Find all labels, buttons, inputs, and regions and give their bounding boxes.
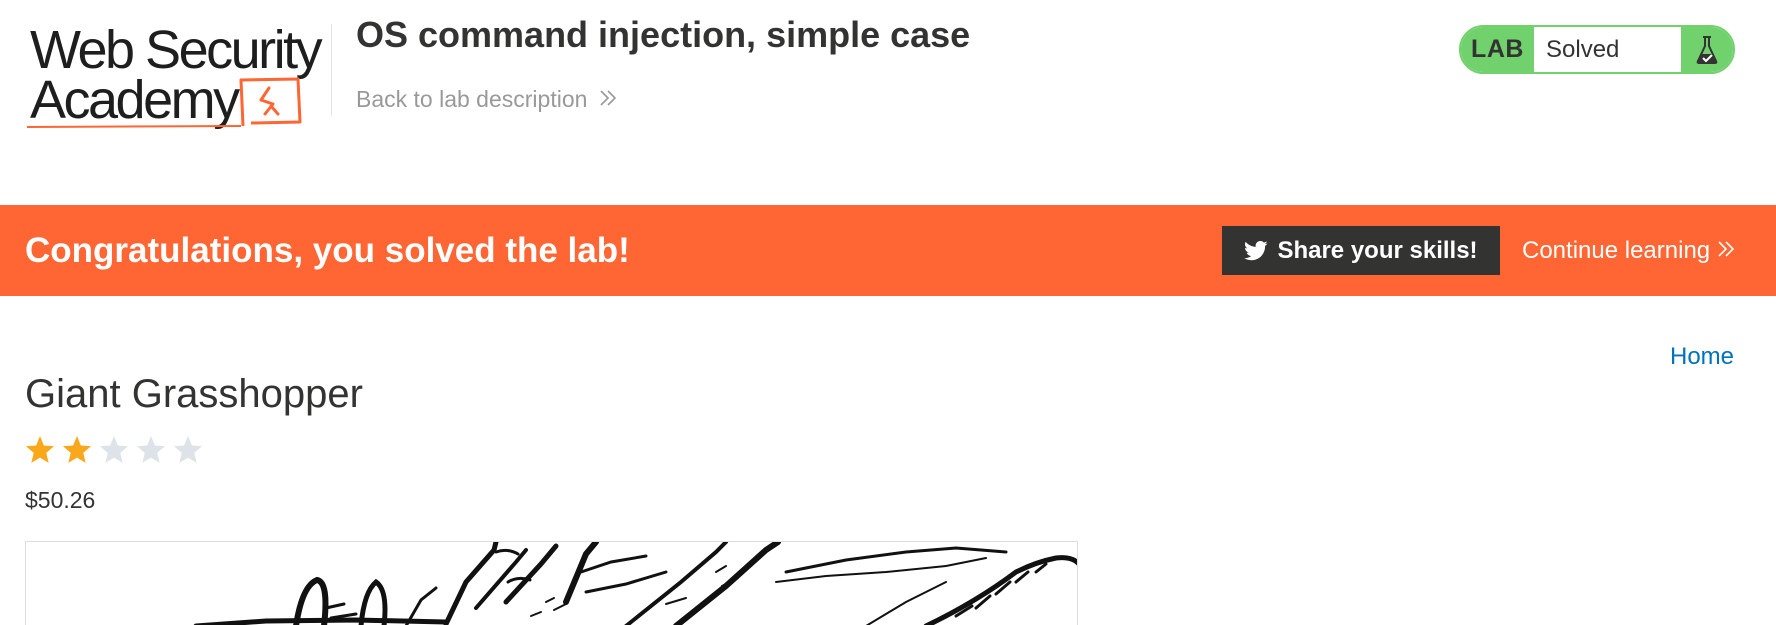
continue-learning-link[interactable]: Continue learning bbox=[1522, 237, 1735, 265]
lab-status-tag: LAB bbox=[1461, 27, 1534, 72]
star-filled-icon bbox=[26, 436, 54, 463]
home-link[interactable]: Home bbox=[1670, 343, 1734, 371]
double-chevron-right-icon bbox=[1717, 237, 1735, 265]
star-empty-icon bbox=[137, 436, 165, 463]
header-divider bbox=[331, 24, 332, 116]
product-price: $50.26 bbox=[25, 487, 96, 513]
back-link-label: Back to lab description bbox=[356, 86, 588, 112]
share-skills-label: Share your skills! bbox=[1277, 236, 1478, 264]
star-filled-icon bbox=[63, 436, 91, 463]
logo-lightning-icon bbox=[26, 77, 302, 128]
product-image bbox=[25, 541, 1078, 625]
flask-check-icon bbox=[1681, 27, 1733, 72]
product-title: Giant Grasshopper bbox=[25, 372, 363, 416]
lab-title: OS command injection, simple case bbox=[356, 14, 971, 55]
star-empty-icon bbox=[174, 436, 202, 463]
star-empty-icon bbox=[100, 436, 128, 463]
double-chevron-right-icon bbox=[599, 86, 617, 113]
lab-status-widget: LAB Solved bbox=[1459, 25, 1735, 74]
lab-status-state: Solved bbox=[1546, 35, 1620, 63]
product-rating bbox=[24, 434, 204, 466]
share-skills-button[interactable]: Share your skills! bbox=[1222, 226, 1500, 275]
lab-solved-banner: Congratulations, you solved the lab! Sha… bbox=[0, 205, 1776, 296]
back-to-lab-description-link[interactable]: Back to lab description bbox=[356, 86, 617, 113]
twitter-icon bbox=[1244, 240, 1269, 260]
continue-learning-label: Continue learning bbox=[1522, 237, 1711, 264]
congratulations-message: Congratulations, you solved the lab! bbox=[25, 231, 630, 270]
lab-header: Web Security Academy OS command injectio… bbox=[0, 0, 1776, 205]
grasshopper-sketch-image bbox=[193, 542, 1077, 625]
web-security-academy-logo[interactable]: Web Security Academy bbox=[26, 22, 328, 134]
